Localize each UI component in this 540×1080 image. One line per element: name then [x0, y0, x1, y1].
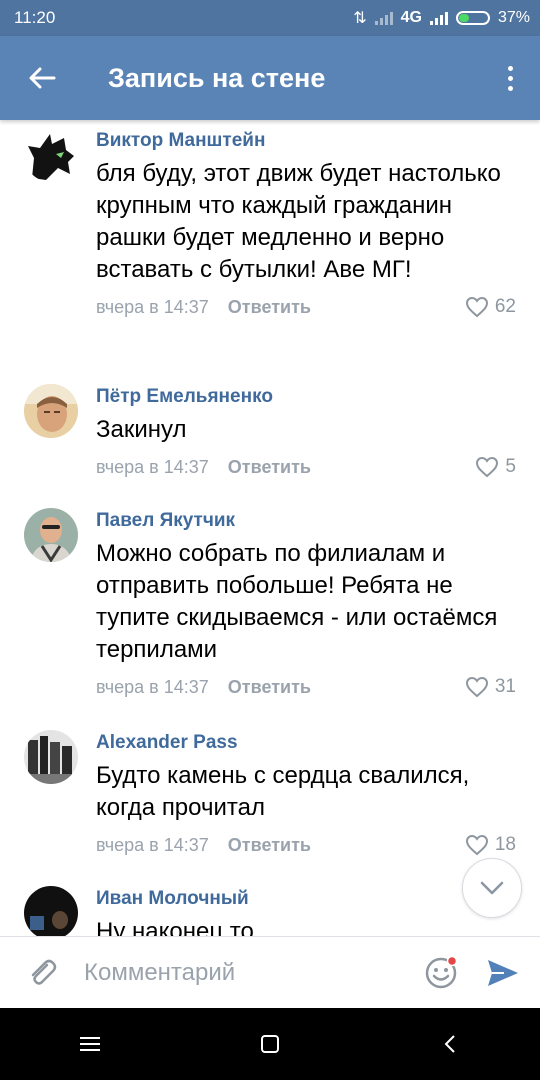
page-title: Запись на стене	[108, 62, 326, 93]
nav-home-button[interactable]	[220, 1008, 320, 1080]
emoji-button[interactable]	[416, 937, 466, 1009]
comment-author[interactable]: Alexander Pass	[96, 730, 516, 756]
comment-author[interactable]: Виктор Манштейн	[96, 128, 516, 154]
like-button[interactable]: 31	[465, 672, 516, 702]
like-button[interactable]: 62	[465, 292, 516, 322]
back-button[interactable]	[0, 36, 84, 120]
battery-percent: 37%	[497, 9, 530, 26]
comment-compose-bar	[0, 936, 540, 1008]
comment-text: Можно собрать по филиалам и отправить по…	[96, 540, 498, 663]
send-button[interactable]	[466, 937, 540, 1009]
comment-author[interactable]: Иван Молочный	[96, 886, 516, 912]
network-type: 4G	[400, 9, 422, 26]
arrow-left-icon	[29, 67, 56, 89]
chevron-down-icon	[480, 881, 504, 895]
notification-dot	[446, 955, 458, 966]
signal-icon	[374, 11, 393, 25]
comment-time: вчера в 14:37	[96, 297, 209, 317]
comment-time: вчера в 14:37	[96, 677, 209, 697]
status-time: 11:20	[14, 8, 56, 27]
more-vertical-icon	[507, 65, 513, 71]
menu-icon	[80, 1037, 100, 1051]
signal-icon	[429, 11, 448, 25]
comment-author[interactable]: Павел Якутчик	[96, 508, 516, 534]
square-icon	[261, 1035, 279, 1053]
comment-text: Ну наконец то	[96, 918, 254, 936]
scroll-down-button[interactable]	[462, 858, 522, 918]
avatar[interactable]	[24, 384, 78, 438]
like-count: 5	[505, 456, 516, 477]
avatar[interactable]	[24, 730, 78, 784]
reply-button[interactable]: Ответить	[228, 297, 311, 317]
system-nav-bar	[0, 1008, 540, 1080]
smiley-icon	[425, 955, 458, 988]
like-count: 62	[494, 296, 516, 317]
reply-button[interactable]: Ответить	[228, 457, 311, 477]
comment-text: бля буду, этот движ будет настолько круп…	[96, 160, 501, 283]
data-transfer-icon: ⇅	[353, 10, 367, 27]
nav-menu-button[interactable]	[40, 1008, 140, 1080]
status-indicators: ⇅ 4G 37%	[353, 8, 530, 28]
comment-text: Закинул	[96, 416, 187, 443]
comment-meta: вчера в 14:37 Ответить 18	[96, 830, 516, 860]
send-icon	[488, 959, 518, 986]
comment-input[interactable]	[84, 952, 416, 993]
like-count: 18	[494, 834, 516, 855]
status-bar: 11:20 ⇅ 4G 37%	[0, 0, 540, 36]
attach-button[interactable]	[0, 937, 84, 1009]
like-button[interactable]: 18	[465, 830, 516, 860]
like-button[interactable]: 5	[475, 452, 516, 482]
reply-button[interactable]: Ответить	[228, 677, 311, 697]
avatar[interactable]	[24, 128, 78, 182]
more-button[interactable]	[480, 36, 540, 120]
like-count: 31	[494, 676, 516, 697]
heart-outline-icon	[465, 296, 488, 318]
comment-time: вчера в 14:37	[96, 835, 209, 855]
battery-icon	[455, 11, 490, 25]
comment-text: Будто камень с сердца свалился, когда пр…	[96, 762, 470, 821]
chevron-left-icon	[444, 1035, 455, 1053]
comment-list[interactable]: Виктор Манштейн бля буду, этот движ буде…	[0, 120, 540, 936]
avatar[interactable]	[24, 886, 78, 936]
heart-outline-icon	[465, 834, 488, 856]
comment-meta: вчера в 14:37 Ответить 31	[96, 672, 516, 702]
comment-time: вчера в 14:37	[96, 457, 209, 477]
comment-meta: вчера в 14:37 Ответить 5	[96, 452, 516, 482]
avatar[interactable]	[24, 508, 78, 562]
comment-meta: вчера в 14:37 Ответить 62	[96, 292, 516, 322]
paperclip-icon	[31, 959, 57, 985]
battery-fill	[458, 14, 470, 22]
reply-button[interactable]: Ответить	[228, 835, 311, 855]
heart-outline-icon	[465, 676, 488, 698]
app-bar: Запись на стене	[0, 36, 540, 120]
comment-author[interactable]: Пётр Емельяненко	[96, 384, 516, 410]
heart-outline-icon	[476, 456, 499, 478]
nav-back-button[interactable]	[400, 1008, 500, 1080]
